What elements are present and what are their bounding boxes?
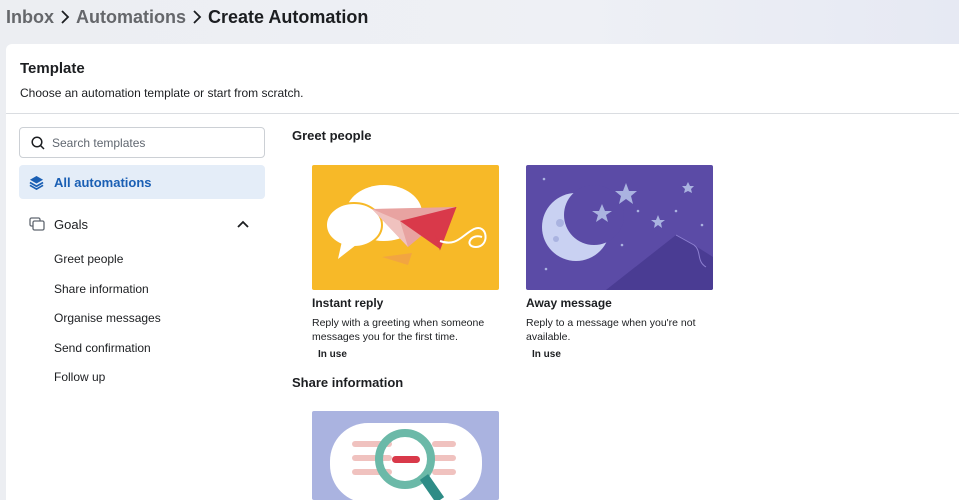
status-badge: In use <box>532 349 561 360</box>
breadcrumb-automations[interactable]: Automations <box>76 7 186 28</box>
template-panel: Template Choose an automation template o… <box>6 44 959 500</box>
card-description: Reply with a greeting when someone messa… <box>312 317 485 343</box>
moon-stars-night-illustration <box>526 165 713 290</box>
sidebar-item-share-information[interactable]: Share information <box>54 279 161 309</box>
breadcrumb-inbox[interactable]: Inbox <box>6 7 54 28</box>
goals-stack-icon <box>29 217 45 231</box>
section-title-greet-people: Greet people <box>292 128 372 143</box>
chevron-right-icon <box>54 10 76 24</box>
sidebar-group-goals[interactable]: Goals <box>19 212 265 236</box>
layers-icon <box>29 175 44 190</box>
section-title-share-information: Share information <box>292 375 404 390</box>
panel-subtitle: Choose an automation template or start f… <box>20 86 304 100</box>
sidebar-item-label: All automations <box>54 174 152 190</box>
chevron-up-icon[interactable] <box>237 220 249 228</box>
sidebar-item-organise-messages[interactable]: Organise messages <box>54 308 161 338</box>
paper-plane-chat-bubbles-illustration <box>312 165 499 290</box>
search-input[interactable] <box>52 135 242 150</box>
magnifying-glass-illustration <box>312 411 499 500</box>
card-description: Reply to a message when you're not avail… <box>526 317 696 343</box>
card-title: Away message <box>526 296 612 310</box>
breadcrumb: Inbox Automations Create Automation <box>6 4 368 30</box>
goals-label: Goals <box>54 216 88 232</box>
card-title: Instant reply <box>312 296 384 310</box>
template-card-share-information[interactable] <box>312 411 499 500</box>
sidebar-item-send-confirmation[interactable]: Send confirmation <box>54 338 161 368</box>
breadcrumb-current: Create Automation <box>208 6 369 27</box>
goal-list: Greet people Share information Organise … <box>54 249 161 397</box>
status-badge: In use <box>318 349 347 360</box>
sidebar-item-greet-people[interactable]: Greet people <box>54 249 161 279</box>
search-box <box>19 127 265 158</box>
sidebar-item-follow-up[interactable]: Follow up <box>54 367 161 397</box>
sidebar-item-all-automations[interactable]: All automations <box>19 165 265 199</box>
search-icon <box>31 135 45 150</box>
template-card-instant-reply[interactable]: Instant reply Reply with a greeting when… <box>312 165 499 360</box>
divider <box>6 113 959 114</box>
chevron-right-icon <box>186 10 208 24</box>
panel-title: Template <box>20 60 85 77</box>
template-card-away-message[interactable]: Away message Reply to a message when you… <box>526 165 713 360</box>
